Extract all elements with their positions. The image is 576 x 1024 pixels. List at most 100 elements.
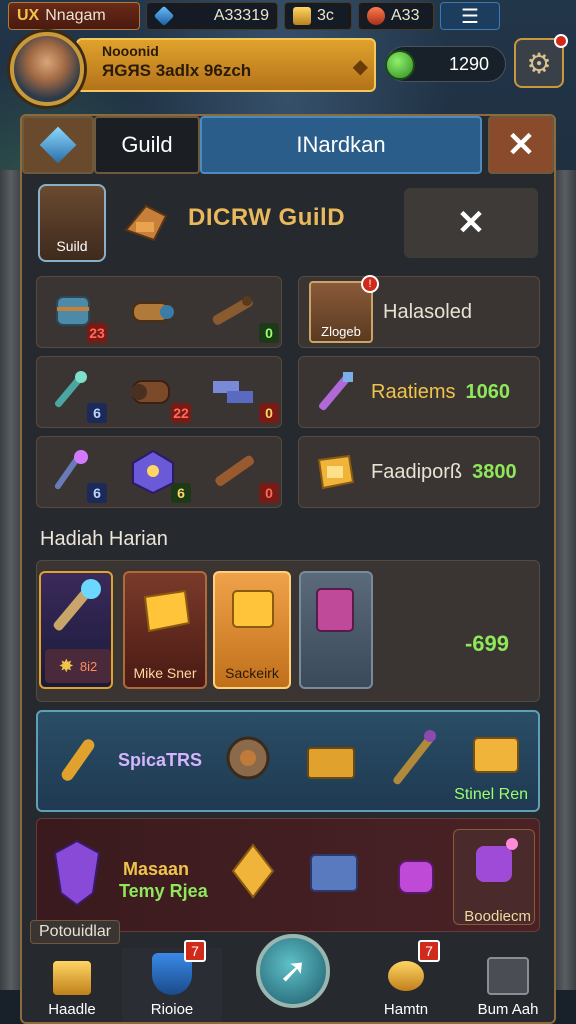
purple-shield-icon[interactable] [51, 837, 103, 909]
bronze-gear-icon[interactable] [218, 728, 278, 788]
name-prefix: UX [17, 7, 40, 24]
reward-badge: ✸ 8i2 [45, 649, 111, 683]
item-row: 6 22 0 [36, 356, 282, 428]
potion-icon[interactable] [389, 847, 443, 901]
spellbook-icon [316, 588, 354, 632]
keg-icon[interactable] [127, 367, 175, 415]
back-button[interactable] [22, 116, 94, 174]
blue-chest-icon[interactable] [305, 845, 365, 901]
nav-center-button[interactable]: ➚ [256, 934, 330, 1008]
notification-dot: ! [361, 275, 379, 293]
item-count-badge: 0 [259, 403, 279, 423]
magic-wand-icon [53, 579, 101, 631]
dagger-icon [319, 372, 353, 411]
close-icon: ✕ [456, 204, 486, 242]
golden-crystal-icon[interactable] [223, 841, 283, 901]
wand-icon[interactable] [382, 724, 446, 794]
guild-emblem-label: Suild [56, 238, 88, 254]
strip-label: SpicaTRS [118, 750, 203, 770]
nav-item-rioioe[interactable]: Rioioe 7 [122, 940, 222, 1022]
item-count-badge: 6 [87, 403, 107, 423]
magic-potion-icon [476, 838, 518, 882]
profile-bar: Nooonid ЯGЯS 3adlx 96zch ◆ 1290 ⚙ [6, 32, 570, 106]
close-icon: ✕ [506, 126, 536, 164]
guild-emblem[interactable]: Suild [38, 184, 106, 262]
daily-reward-featured[interactable]: ✸ 8i2 [39, 571, 113, 689]
staff-icon[interactable] [45, 447, 93, 495]
reward-label: Mike Sner [133, 665, 197, 681]
daily-rewards-panel: ✸ 8i2 Mike Sner Sackeirk -699 [36, 560, 540, 702]
chest-icon: Zlogeb ! [309, 275, 379, 343]
nav-item-label: Rioioe [150, 1001, 194, 1018]
featured-items-strip: SpicaTRS Stinel Ren [36, 710, 540, 812]
player-plate[interactable]: Nooonid ЯGЯS 3adlx 96zch ◆ [76, 38, 376, 92]
anvil-icon [487, 957, 529, 995]
crystal-cube-icon[interactable] [129, 447, 177, 495]
nav-item-hamtn[interactable]: Hamtn 7 [356, 940, 456, 1022]
gold-count: 3c [317, 7, 334, 24]
gem-count: A33319 [213, 7, 269, 24]
tab-guild[interactable]: Guild [94, 116, 200, 174]
gold-bar-icon [293, 7, 311, 25]
resource-bar: UX Nnagam A33319 3c A33 ☰ [0, 0, 576, 32]
gold-resource[interactable]: 3c [284, 2, 352, 30]
notification-badge: 7 [184, 940, 206, 962]
bottom-label-2: Temy Rjea [119, 881, 208, 901]
daily-reward-card[interactable] [299, 571, 373, 689]
notification-badge: 7 [418, 940, 440, 962]
item-count-badge: 0 [259, 483, 279, 503]
bottom-label-1: Masaan [123, 859, 190, 879]
gear-icon: ⚙ [526, 47, 552, 79]
side-card-faadipors[interactable]: Faadiporß 3800 [298, 436, 540, 508]
avatar[interactable] [10, 32, 84, 106]
tab-market[interactable]: INardkan [200, 116, 482, 174]
side-card-halasoled[interactable]: Zlogeb ! Halasoled [298, 275, 540, 348]
green-gem-count: 1290 [448, 53, 489, 74]
strip-caption: Stinel Ren [454, 786, 528, 803]
gold-crown-box-icon [143, 589, 191, 633]
side-card-value: 1060 [465, 380, 510, 403]
key-resource[interactable]: A33 [358, 2, 434, 30]
menu-button[interactable]: ☰ [440, 2, 500, 30]
item-count-badge: 22 [171, 403, 191, 423]
nav-item-label: Bum Aah [477, 1001, 539, 1018]
close-button[interactable]: ✕ [488, 116, 554, 174]
side-card-label: Faadiporß [371, 460, 463, 483]
notification-dot [554, 34, 568, 48]
golden-scroll-icon[interactable] [50, 732, 106, 788]
green-gem-counter[interactable]: 1290 [385, 46, 506, 82]
daily-reward-card[interactable]: Sackeirk [213, 571, 291, 689]
gold-box-icon[interactable] [468, 726, 524, 782]
player-name: Nooonid [102, 43, 159, 59]
gold-chest-icon[interactable] [300, 730, 362, 792]
bottom-panel-caption: Boodiecm [464, 908, 531, 925]
guild-header: Suild DICRW GuilD ✕ [34, 184, 544, 270]
stone-pillar-right [554, 170, 576, 990]
guild-dismiss-button[interactable]: ✕ [404, 188, 538, 258]
arrow-up-right-icon: ➚ [278, 952, 308, 990]
spyglass-icon[interactable] [207, 287, 255, 335]
bottom-rewards-panel: Masaan Temy Rjea Boodiecm [36, 818, 540, 932]
chest-icon-label: Zlogeb [321, 324, 361, 339]
menu-icon: ☰ [461, 5, 479, 28]
settings-button[interactable]: ⚙ [514, 34, 568, 88]
blue-gem-icon [39, 126, 77, 164]
cannon-icon[interactable] [127, 287, 175, 335]
anvil-icon [124, 204, 168, 242]
nav-item-haadle[interactable]: Haadle [22, 948, 122, 1022]
treasure-icon [53, 961, 91, 995]
key-icon [367, 7, 385, 25]
sun-gem-icon: ✸ [58, 655, 74, 676]
gold-box-icon [232, 590, 274, 628]
flute-icon[interactable] [209, 447, 257, 495]
player-name-chip[interactable]: UX Nnagam [8, 2, 140, 30]
daily-reward-card[interactable]: Mike Sner [123, 571, 207, 689]
gold-chest-icon [317, 454, 355, 490]
nav-item-bum-aah[interactable]: Bum Aah [458, 948, 558, 1022]
blue-wand-icon[interactable] [45, 367, 93, 415]
green-gem-icon [385, 50, 415, 80]
gem-resource[interactable]: A33319 [146, 2, 278, 30]
ingot-stack-icon[interactable] [209, 367, 257, 415]
item-count-badge: 6 [87, 483, 107, 503]
side-card-raatiems[interactable]: Raatiems 1060 [298, 356, 540, 428]
